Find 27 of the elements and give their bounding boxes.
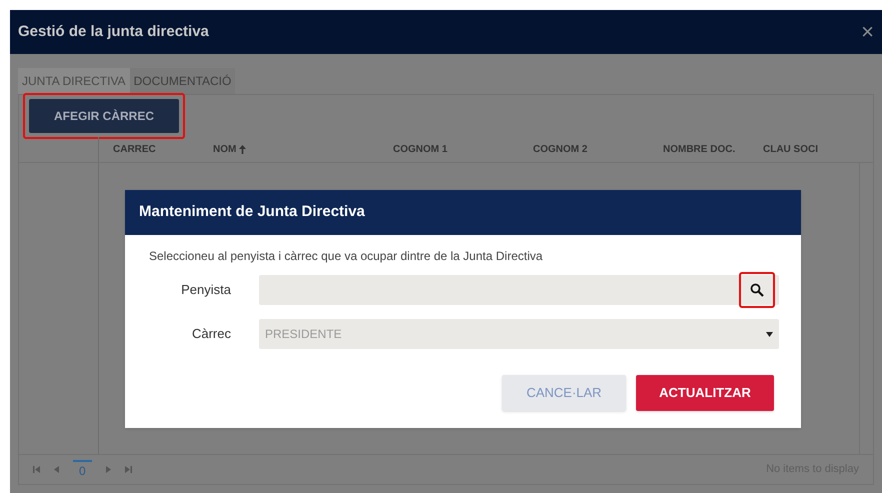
tab[interactable]: DOCUMENTACIÓ [130, 68, 236, 94]
cancel-button[interactable]: CANCE·LAR [502, 375, 626, 411]
window-title: Gestió de la junta directiva [18, 22, 209, 42]
dropdown-caret-icon[interactable] [766, 332, 773, 336]
last-page-icon[interactable] [124, 466, 132, 473]
column-header[interactable]: NOM [199, 142, 379, 157]
add-role-button[interactable]: AFEGIR CÀRREC [29, 99, 179, 133]
role-select[interactable]: PRESIDENTE [259, 319, 779, 349]
first-page-icon[interactable] [33, 466, 40, 473]
update-button[interactable]: ACTUALITZAR [636, 375, 774, 411]
previous-page-icon[interactable] [54, 466, 59, 473]
tab[interactable]: JUNTA DIRECTIVA [18, 68, 130, 94]
page-number[interactable]: 0 [73, 460, 92, 480]
field-label: Penyista [180, 281, 232, 300]
sort-arrow-icon [239, 145, 246, 154]
close-button[interactable]: × [861, 21, 874, 43]
next-page-icon[interactable] [106, 466, 111, 473]
search-icon[interactable] [750, 283, 764, 297]
column-header[interactable]: COGNOM 1 [379, 142, 519, 157]
column-header[interactable]: CARREC [99, 142, 199, 157]
column-header[interactable]: NOMBRE DOC. [649, 142, 749, 157]
column-header[interactable]: CLAU SOCI [749, 142, 829, 157]
dialog-title: Manteniment de Junta Directiva [139, 202, 365, 222]
column-header[interactable]: COGNOM 2 [519, 142, 649, 157]
instructions: Seleccioneu al penyista i càrrec que va ocupar dintre de la Junta Directiva [148, 248, 544, 265]
field-label: Càrrec [190, 325, 232, 344]
search-field[interactable] [259, 275, 779, 305]
